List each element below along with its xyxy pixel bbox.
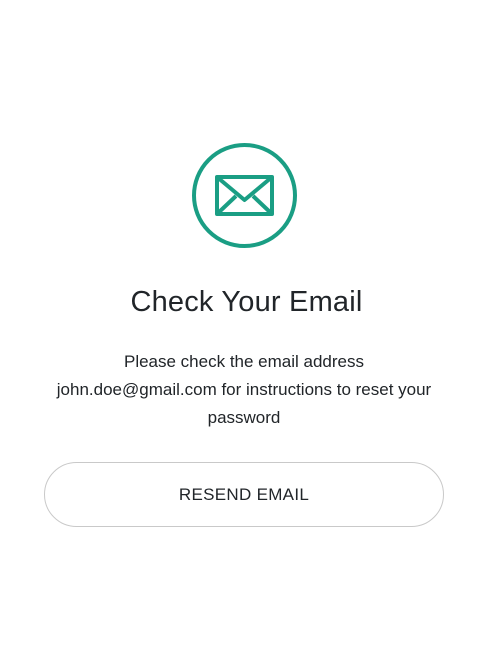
- message-line-2: john.doe@gmail.com for instructions to r…: [56, 380, 432, 399]
- message-line-1: Please check the email address: [123, 352, 365, 371]
- resend-email-button[interactable]: RESEND EMAIL: [44, 462, 444, 527]
- instructions-message: Please check the email address john.doe@g…: [40, 348, 448, 432]
- message-line-3: password: [207, 408, 281, 427]
- mail-envelope-icon: [192, 143, 297, 248]
- check-email-page: Check Your Email Please check the email …: [0, 0, 493, 668]
- page-title: Check Your Email: [130, 286, 363, 318]
